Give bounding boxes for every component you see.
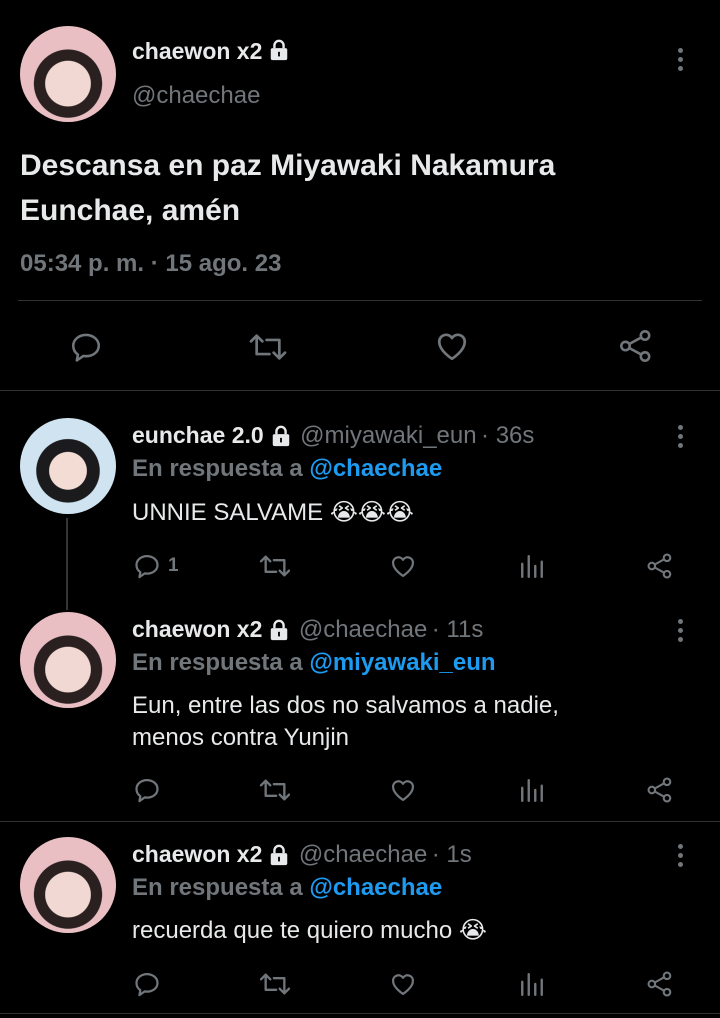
author-name[interactable]: chaewon x2 (132, 841, 262, 867)
avatar[interactable] (20, 26, 116, 122)
views-icon[interactable] (519, 777, 545, 803)
author-handle[interactable]: @miyawaki_eun (300, 422, 476, 449)
tweet-time: · 36s (481, 422, 535, 449)
retweet-icon[interactable] (258, 776, 292, 804)
views-icon[interactable] (519, 971, 545, 997)
author-name[interactable]: chaewon x2 (132, 38, 290, 67)
tweet-header: eunchae 2.0 @miyawaki_eun · 36s (132, 422, 534, 452)
reply-icon[interactable] (132, 776, 162, 804)
like-icon[interactable] (433, 328, 471, 364)
reply-icon[interactable] (68, 330, 104, 364)
tweet-text: recuerda que te quiero mucho 😭 (132, 917, 487, 944)
views-icon[interactable] (519, 553, 545, 579)
lock-icon (268, 619, 290, 646)
more-icon[interactable] (678, 844, 684, 871)
reply-context: En respuesta a @chaechae (132, 874, 443, 901)
reply-context: En respuesta a @chaechae (132, 455, 443, 482)
tweet-text-line: menos contra Yunjin (132, 724, 350, 751)
author-handle[interactable]: @chaechae (299, 616, 427, 643)
share-icon[interactable] (645, 776, 675, 804)
author-handle[interactable]: @chaechae (299, 841, 427, 868)
author-handle[interactable]: @chaechae (132, 82, 260, 110)
share-icon[interactable] (645, 552, 675, 580)
more-icon[interactable] (678, 48, 684, 75)
lock-icon (268, 39, 290, 67)
tweet-text-line: Eun, entre las dos no salvamos a nadie, (132, 692, 559, 719)
author-name[interactable]: eunchae 2.0 (132, 422, 264, 448)
mention-link[interactable]: @miyawaki_eun (309, 649, 495, 676)
share-icon[interactable] (645, 970, 675, 998)
tweet-text: Descansa en paz Miyawaki Nakamura Euncha… (20, 149, 556, 227)
author-name[interactable]: chaewon x2 (132, 616, 262, 642)
mention-link[interactable]: @chaechae (309, 455, 442, 482)
lock-icon (268, 844, 290, 871)
more-icon[interactable] (678, 425, 684, 452)
avatar[interactable] (20, 418, 116, 514)
tweet-text: UNNIE SALVAME 😭😭😭 (132, 499, 414, 526)
reply-icon[interactable] (132, 552, 162, 580)
lock-icon (270, 425, 292, 452)
avatar[interactable] (20, 612, 116, 708)
avatar[interactable] (20, 837, 116, 933)
reply-count: 1 (168, 555, 179, 576)
like-icon[interactable] (388, 552, 418, 580)
share-icon[interactable] (617, 328, 655, 364)
timestamp: 05:34 p. m. · 15 ago. 23 (20, 250, 282, 277)
reply-context: En respuesta a @miyawaki_eun (132, 649, 496, 676)
more-icon[interactable] (678, 619, 684, 646)
retweet-icon[interactable] (248, 330, 288, 364)
like-icon[interactable] (388, 776, 418, 804)
retweet-icon[interactable] (258, 552, 292, 580)
reply-icon[interactable] (132, 970, 162, 998)
like-icon[interactable] (388, 970, 418, 998)
tweet-header: chaewon x2 @chaechae · 1s (132, 841, 472, 871)
tweet-time: · 1s (431, 841, 472, 868)
tweet-header: chaewon x2 @chaechae · 11s (132, 616, 483, 646)
tweet-time: · 11s (431, 616, 484, 643)
mention-link[interactable]: @chaechae (309, 874, 442, 901)
retweet-icon[interactable] (258, 970, 292, 998)
